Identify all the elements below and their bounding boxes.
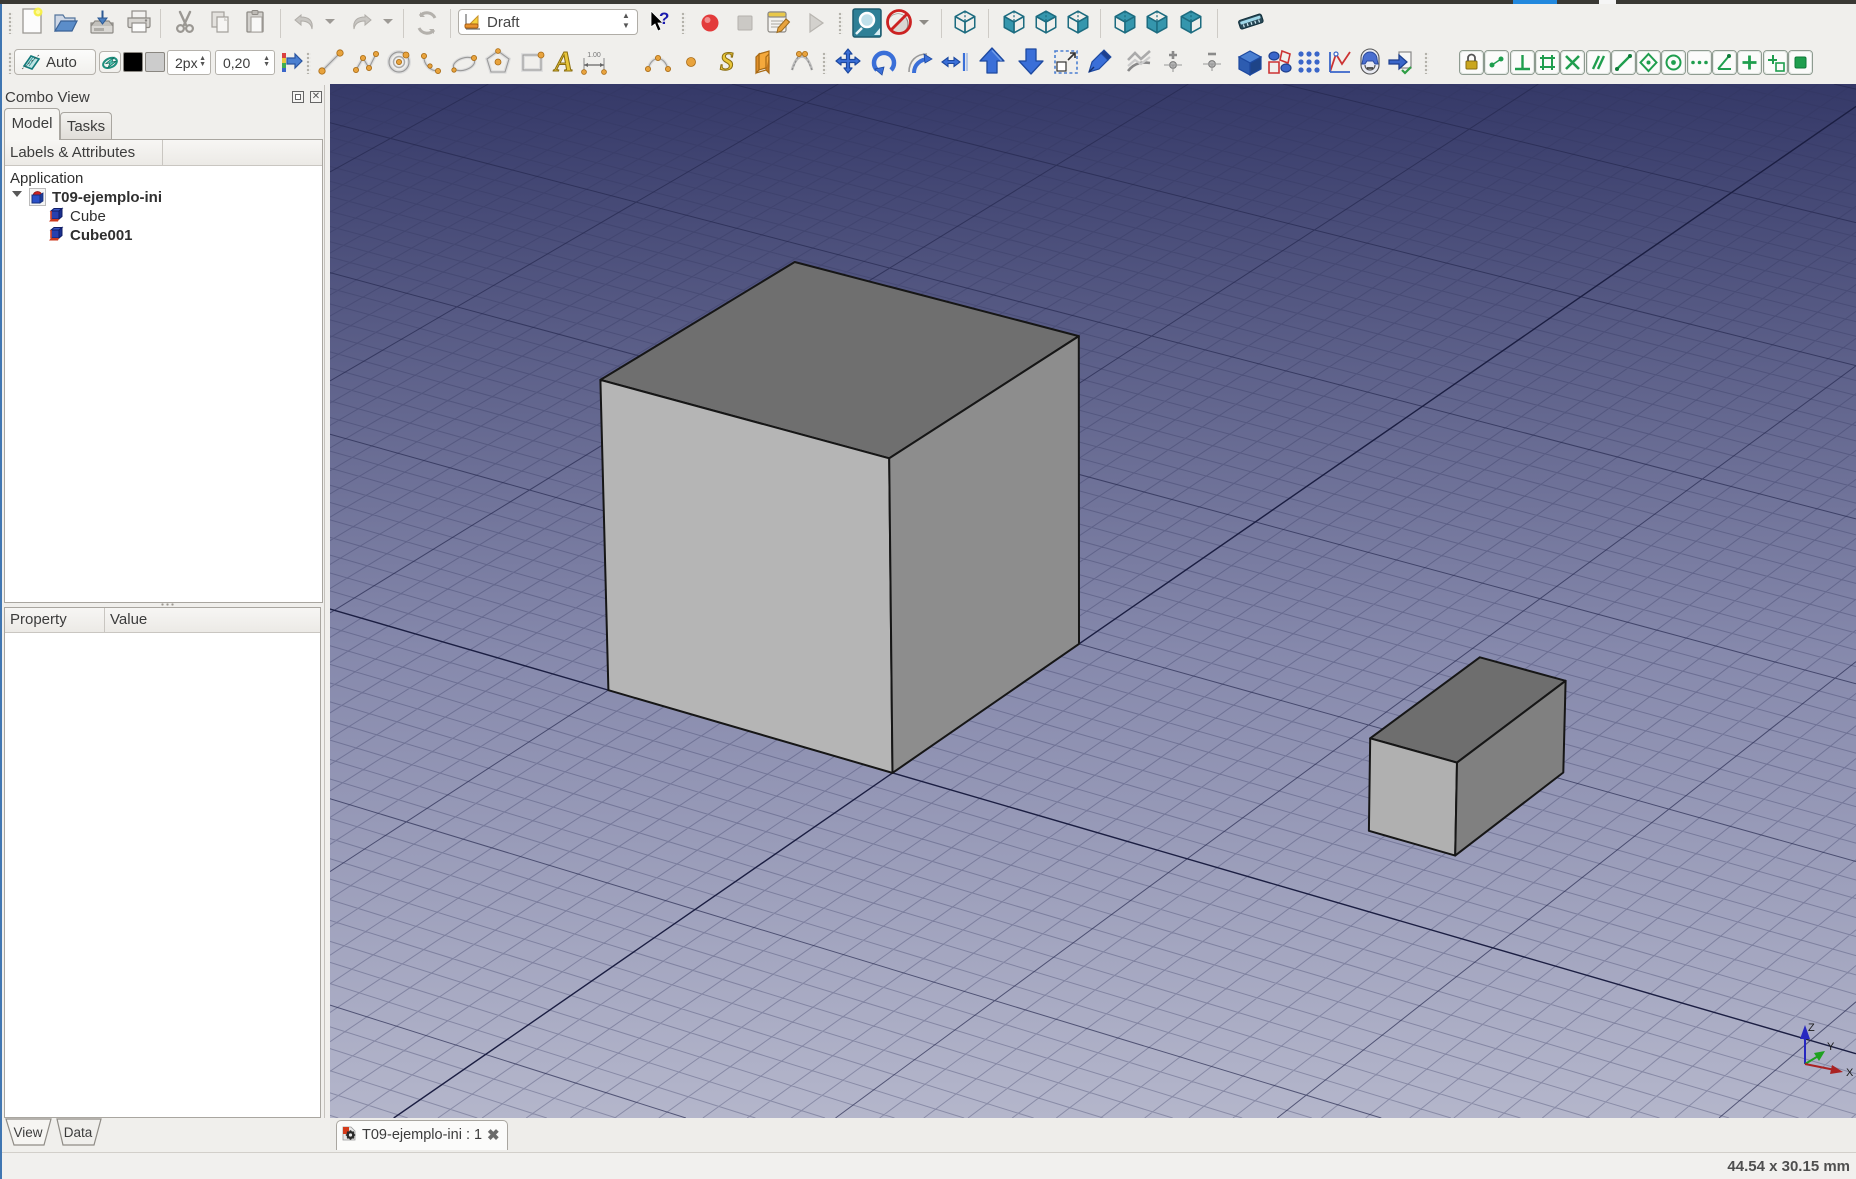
svg-text:View: View [13, 1125, 42, 1140]
svg-text:S: S [720, 47, 734, 75]
svg-text:A: A [553, 47, 574, 75]
svg-text:Data: Data [64, 1125, 93, 1140]
svg-text:X: X [1846, 1067, 1854, 1079]
svg-text:?: ? [659, 9, 669, 28]
svg-text:Z: Z [1808, 1022, 1815, 1034]
svg-text:Y: Y [1827, 1041, 1835, 1053]
svg-text:1.00: 1.00 [587, 52, 601, 59]
